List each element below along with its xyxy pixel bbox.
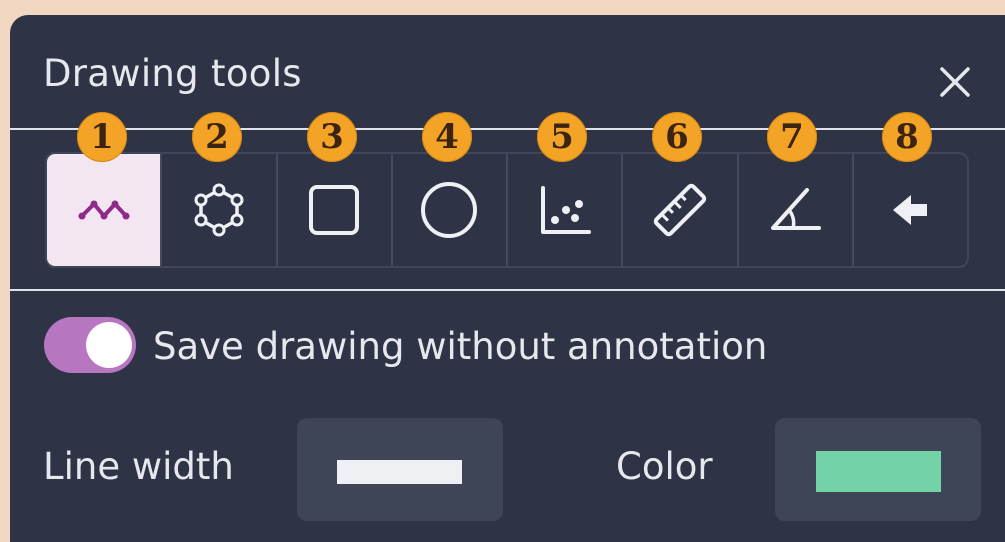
tool-back-button[interactable]: [851, 154, 967, 266]
rectangle-icon: [309, 185, 360, 235]
panel-title: Drawing tools: [43, 52, 302, 95]
tool-polyline-button[interactable]: [47, 154, 161, 266]
polygon-icon: [194, 183, 244, 237]
badge-4: 4: [422, 112, 472, 162]
close-icon: [940, 67, 970, 97]
save-without-annotation-toggle[interactable]: [44, 317, 136, 373]
angle-icon: [771, 188, 822, 230]
ruler-icon: [653, 183, 707, 237]
badge-5: 5: [537, 112, 587, 162]
color-label: Color: [616, 445, 713, 488]
tool-ruler-button[interactable]: [621, 154, 736, 266]
close-button[interactable]: [928, 55, 982, 109]
color-picker-button[interactable]: [775, 418, 981, 521]
badge-2: 2: [192, 112, 242, 162]
line-width-button[interactable]: [297, 418, 503, 521]
header-divider: [10, 128, 1005, 130]
toolbar-divider: [10, 289, 1005, 291]
tool-polygon-button[interactable]: [160, 154, 275, 266]
badge-1: 1: [77, 112, 127, 162]
polyline-icon: [78, 200, 130, 220]
line-width-label: Line width: [43, 445, 234, 488]
back-arrow-icon: [893, 195, 928, 225]
drawing-tools-panel: Drawing tools Save drawing without annot…: [10, 15, 1005, 542]
badge-7: 7: [767, 112, 817, 162]
toggle-knob: [86, 322, 132, 368]
tool-points-button[interactable]: [506, 154, 621, 266]
ellipse-icon: [421, 182, 478, 238]
tool-bar: [45, 152, 969, 268]
points-icon: [540, 186, 591, 234]
tool-rectangle-button[interactable]: [275, 154, 391, 266]
tool-angle-button[interactable]: [736, 154, 852, 266]
badge-6: 6: [652, 112, 702, 162]
tool-ellipse-button[interactable]: [390, 154, 506, 266]
badge-3: 3: [307, 112, 357, 162]
toggle-label: Save drawing without annotation: [153, 325, 768, 368]
color-swatch: [816, 451, 941, 492]
badge-8: 8: [882, 112, 932, 162]
line-width-preview: [337, 460, 462, 484]
